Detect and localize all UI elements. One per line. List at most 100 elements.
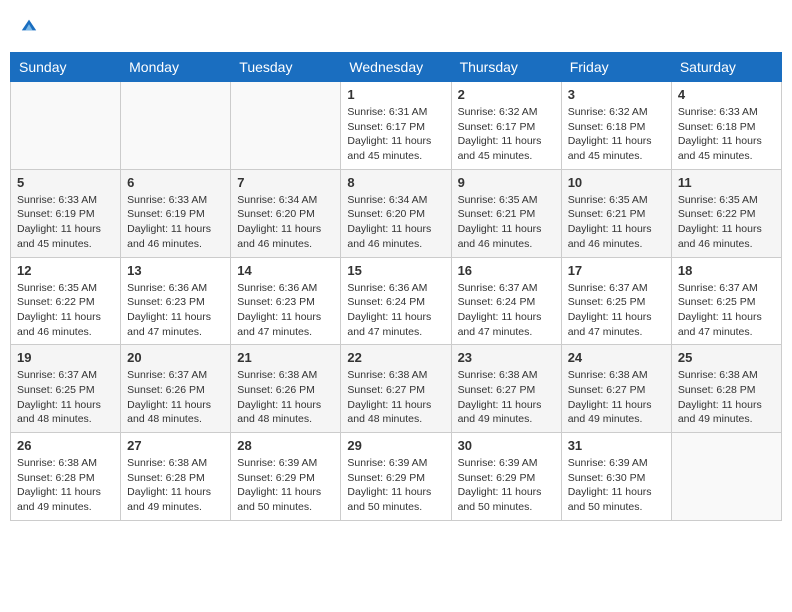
day-number: 26 — [17, 438, 114, 453]
calendar-cell: 17 Sunrise: 6:37 AMSunset: 6:25 PMDayligh… — [561, 257, 671, 345]
day-info: Sunrise: 6:34 AMSunset: 6:20 PMDaylight:… — [237, 193, 334, 252]
day-info: Sunrise: 6:37 AMSunset: 6:25 PMDaylight:… — [17, 368, 114, 427]
calendar-cell: 3Sunrise: 6:32 AMSunset: 6:18 PMDaylight… — [561, 82, 671, 170]
calendar-cell: 20 Sunrise: 6:37 AMSunset: 6:26 PMDayligh… — [121, 345, 231, 433]
calendar-cell: 18 Sunrise: 6:37 AMSunset: 6:25 PMDayligh… — [671, 257, 781, 345]
calendar-cell: 16 Sunrise: 6:37 AMSunset: 6:24 PMDayligh… — [451, 257, 561, 345]
calendar-header-row: SundayMondayTuesdayWednesdayThursdayFrid… — [11, 53, 782, 82]
day-info: Sunrise: 6:35 AMSunset: 6:21 PMDaylight:… — [458, 193, 555, 252]
day-info: Sunrise: 6:37 AMSunset: 6:24 PMDaylight:… — [458, 281, 555, 340]
calendar-cell — [671, 433, 781, 521]
calendar-cell — [11, 82, 121, 170]
day-number: 10 — [568, 175, 665, 190]
day-number: 12 — [17, 263, 114, 278]
day-number: 5 — [17, 175, 114, 190]
calendar-cell: 21 Sunrise: 6:38 AMSunset: 6:26 PMDayligh… — [231, 345, 341, 433]
header-wednesday: Wednesday — [341, 53, 451, 82]
day-info: Sunrise: 6:39 AMSunset: 6:30 PMDaylight:… — [568, 456, 665, 515]
day-number: 6 — [127, 175, 224, 190]
logo — [18, 14, 38, 40]
day-number: 31 — [568, 438, 665, 453]
header-tuesday: Tuesday — [231, 53, 341, 82]
calendar-cell: 11 Sunrise: 6:35 AMSunset: 6:22 PMDayligh… — [671, 169, 781, 257]
day-info: Sunrise: 6:37 AMSunset: 6:25 PMDaylight:… — [568, 281, 665, 340]
day-number: 18 — [678, 263, 775, 278]
header-thursday: Thursday — [451, 53, 561, 82]
day-info: Sunrise: 6:38 AMSunset: 6:27 PMDaylight:… — [347, 368, 444, 427]
calendar-cell: 8 Sunrise: 6:34 AMSunset: 6:20 PMDaylight… — [341, 169, 451, 257]
calendar-cell: 31 Sunrise: 6:39 AMSunset: 6:30 PMDayligh… — [561, 433, 671, 521]
day-number: 27 — [127, 438, 224, 453]
calendar-cell: 14Sunrise: 6:36 AMSunset: 6:23 PMDayligh… — [231, 257, 341, 345]
day-info: Sunrise: 6:39 AMSunset: 6:29 PMDaylight:… — [347, 456, 444, 515]
day-number: 13 — [127, 263, 224, 278]
day-info: Sunrise: 6:36 AMSunset: 6:24 PMDaylight:… — [347, 281, 444, 340]
calendar-cell: 1 Sunrise: 6:31 AMSunset: 6:17 PMDaylight… — [341, 82, 451, 170]
calendar-week-4: 26 Sunrise: 6:38 AMSunset: 6:28 PMDayligh… — [11, 433, 782, 521]
calendar-cell: 2 Sunrise: 6:32 AMSunset: 6:17 PMDaylight… — [451, 82, 561, 170]
day-number: 29 — [347, 438, 444, 453]
day-info: Sunrise: 6:35 AMSunset: 6:22 PMDaylight:… — [678, 193, 775, 252]
header-monday: Monday — [121, 53, 231, 82]
day-info: Sunrise: 6:39 AMSunset: 6:29 PMDaylight:… — [458, 456, 555, 515]
calendar-cell: 5 Sunrise: 6:33 AMSunset: 6:19 PMDaylight… — [11, 169, 121, 257]
calendar-cell: 26 Sunrise: 6:38 AMSunset: 6:28 PMDayligh… — [11, 433, 121, 521]
calendar-cell: 25 Sunrise: 6:38 AMSunset: 6:28 PMDayligh… — [671, 345, 781, 433]
calendar-cell: 24 Sunrise: 6:38 AMSunset: 6:27 PMDayligh… — [561, 345, 671, 433]
day-number: 8 — [347, 175, 444, 190]
logo-icon — [20, 16, 38, 34]
calendar-cell: 12Sunrise: 6:35 AMSunset: 6:22 PMDayligh… — [11, 257, 121, 345]
calendar-week-1: 5 Sunrise: 6:33 AMSunset: 6:19 PMDaylight… — [11, 169, 782, 257]
calendar-cell: 4 Sunrise: 6:33 AMSunset: 6:18 PMDaylight… — [671, 82, 781, 170]
calendar-cell: 23 Sunrise: 6:38 AMSunset: 6:27 PMDayligh… — [451, 345, 561, 433]
calendar-cell: 27 Sunrise: 6:38 AMSunset: 6:28 PMDayligh… — [121, 433, 231, 521]
calendar-cell — [121, 82, 231, 170]
day-number: 4 — [678, 87, 775, 102]
day-info: Sunrise: 6:33 AMSunset: 6:19 PMDaylight:… — [127, 193, 224, 252]
day-info: Sunrise: 6:39 AMSunset: 6:29 PMDaylight:… — [237, 456, 334, 515]
day-number: 7 — [237, 175, 334, 190]
day-number: 20 — [127, 350, 224, 365]
calendar-week-2: 12Sunrise: 6:35 AMSunset: 6:22 PMDayligh… — [11, 257, 782, 345]
day-number: 22 — [347, 350, 444, 365]
page-header — [10, 10, 782, 44]
day-number: 17 — [568, 263, 665, 278]
calendar-week-0: 1 Sunrise: 6:31 AMSunset: 6:17 PMDaylight… — [11, 82, 782, 170]
day-info: Sunrise: 6:37 AMSunset: 6:25 PMDaylight:… — [678, 281, 775, 340]
calendar-table: SundayMondayTuesdayWednesdayThursdayFrid… — [10, 52, 782, 521]
day-info: Sunrise: 6:33 AMSunset: 6:18 PMDaylight:… — [678, 105, 775, 164]
day-info: Sunrise: 6:36 AMSunset: 6:23 PMDaylight:… — [127, 281, 224, 340]
day-number: 21 — [237, 350, 334, 365]
header-friday: Friday — [561, 53, 671, 82]
calendar-cell: 10Sunrise: 6:35 AMSunset: 6:21 PMDayligh… — [561, 169, 671, 257]
day-number: 1 — [347, 87, 444, 102]
calendar-cell: 28Sunrise: 6:39 AMSunset: 6:29 PMDayligh… — [231, 433, 341, 521]
calendar-week-3: 19 Sunrise: 6:37 AMSunset: 6:25 PMDayligh… — [11, 345, 782, 433]
day-number: 25 — [678, 350, 775, 365]
day-info: Sunrise: 6:37 AMSunset: 6:26 PMDaylight:… — [127, 368, 224, 427]
day-info: Sunrise: 6:32 AMSunset: 6:17 PMDaylight:… — [458, 105, 555, 164]
day-info: Sunrise: 6:38 AMSunset: 6:28 PMDaylight:… — [678, 368, 775, 427]
day-number: 23 — [458, 350, 555, 365]
day-info: Sunrise: 6:38 AMSunset: 6:28 PMDaylight:… — [17, 456, 114, 515]
day-info: Sunrise: 6:34 AMSunset: 6:20 PMDaylight:… — [347, 193, 444, 252]
day-info: Sunrise: 6:38 AMSunset: 6:28 PMDaylight:… — [127, 456, 224, 515]
calendar-cell: 6 Sunrise: 6:33 AMSunset: 6:19 PMDaylight… — [121, 169, 231, 257]
day-info: Sunrise: 6:38 AMSunset: 6:26 PMDaylight:… — [237, 368, 334, 427]
day-info: Sunrise: 6:33 AMSunset: 6:19 PMDaylight:… — [17, 193, 114, 252]
header-saturday: Saturday — [671, 53, 781, 82]
calendar-cell: 9 Sunrise: 6:35 AMSunset: 6:21 PMDaylight… — [451, 169, 561, 257]
day-info: Sunrise: 6:31 AMSunset: 6:17 PMDaylight:… — [347, 105, 444, 164]
day-info: Sunrise: 6:38 AMSunset: 6:27 PMDaylight:… — [458, 368, 555, 427]
day-number: 16 — [458, 263, 555, 278]
day-number: 2 — [458, 87, 555, 102]
day-number: 19 — [17, 350, 114, 365]
day-number: 9 — [458, 175, 555, 190]
day-info: Sunrise: 6:38 AMSunset: 6:27 PMDaylight:… — [568, 368, 665, 427]
day-number: 24 — [568, 350, 665, 365]
day-info: Sunrise: 6:32 AMSunset: 6:18 PMDaylight:… — [568, 105, 665, 164]
calendar-cell: 7 Sunrise: 6:34 AMSunset: 6:20 PMDaylight… — [231, 169, 341, 257]
day-number: 30 — [458, 438, 555, 453]
day-number: 11 — [678, 175, 775, 190]
calendar-cell: 13 Sunrise: 6:36 AMSunset: 6:23 PMDayligh… — [121, 257, 231, 345]
